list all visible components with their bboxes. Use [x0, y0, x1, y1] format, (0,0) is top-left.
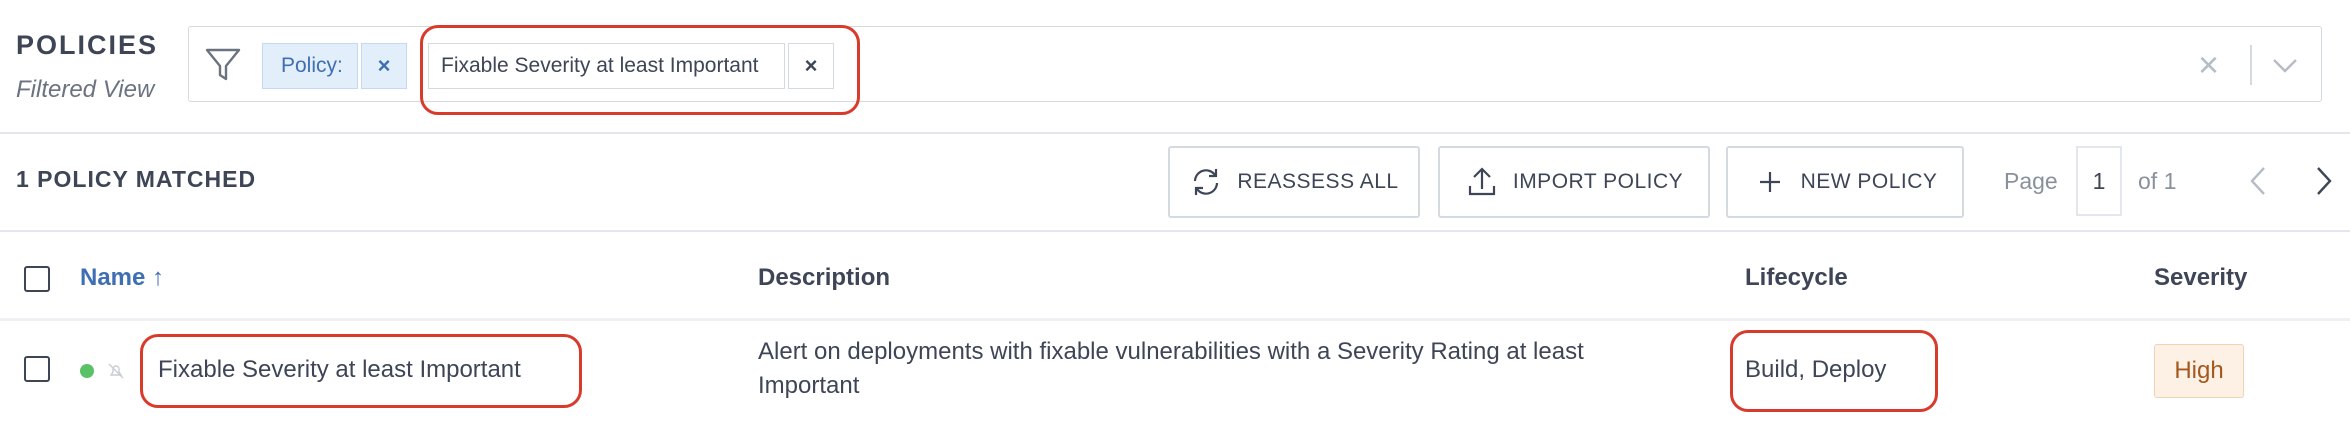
filter-icon: [205, 48, 241, 81]
column-header-description[interactable]: Description: [758, 264, 890, 292]
page-subtitle: Filtered View: [16, 76, 155, 103]
column-header-lifecycle[interactable]: Lifecycle: [1745, 264, 1848, 292]
reassess-all-label: REASSESS ALL: [1237, 170, 1399, 193]
import-policy-label: IMPORT POLICY: [1512, 170, 1684, 193]
page-title: POLICIES: [16, 30, 159, 60]
new-policy-button[interactable]: NEW POLICY: [1726, 146, 1964, 218]
highlight-annotation: [1730, 330, 1938, 412]
policy-match-count: 1 POLICY MATCHED: [16, 166, 257, 192]
column-header-severity[interactable]: Severity: [2154, 264, 2247, 292]
highlight-annotation: [140, 334, 582, 408]
upload-icon: [1468, 167, 1495, 196]
page-total-label: of 1: [2138, 168, 2177, 194]
clear-filters-button[interactable]: ×: [2198, 46, 2219, 84]
column-header-name[interactable]: Name ↑: [80, 264, 164, 292]
reassess-all-button[interactable]: REASSESS ALL: [1168, 146, 1420, 218]
chevron-right-icon[interactable]: [2310, 162, 2338, 200]
chevron-left-icon[interactable]: [2244, 162, 2272, 200]
remove-filter-key-button[interactable]: ×: [361, 43, 407, 89]
divider: [0, 132, 2350, 134]
divider: [0, 230, 2350, 232]
refresh-icon: [1194, 169, 1219, 195]
row-checkbox[interactable]: [24, 356, 50, 382]
close-icon: ×: [377, 53, 391, 78]
divider: [0, 318, 2350, 321]
highlight-annotation: [420, 25, 860, 115]
new-policy-label: NEW POLICY: [1800, 170, 1938, 193]
filter-chip-key: Policy:: [262, 43, 358, 89]
select-all-checkbox[interactable]: [24, 266, 50, 292]
policy-description-line1: Alert on deployments with fixable vulner…: [758, 338, 1584, 365]
notification-off-icon: [108, 363, 124, 379]
severity-badge: High: [2154, 344, 2244, 398]
chevron-down-icon[interactable]: [2268, 52, 2302, 78]
page-number-input[interactable]: 1: [2076, 146, 2122, 216]
policy-description-line2: Important: [758, 372, 860, 399]
import-policy-button[interactable]: IMPORT POLICY: [1438, 146, 1710, 218]
plus-icon: [1759, 172, 1780, 192]
enabled-status-indicator: [80, 364, 94, 378]
page-label: Page: [2004, 168, 2058, 194]
divider: [2250, 45, 2252, 85]
